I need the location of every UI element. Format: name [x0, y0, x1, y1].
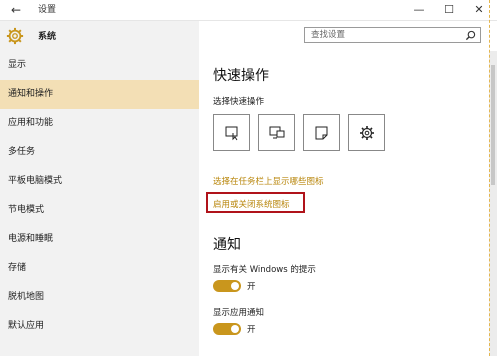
system-icons-link[interactable]: 启用或关闭系统图标: [213, 198, 290, 210]
section-title: 系统: [38, 32, 57, 42]
quick-action-tile-1[interactable]: [213, 114, 250, 151]
window-title: 设置: [38, 5, 57, 15]
windows-tips-state: 开: [247, 282, 256, 292]
search-input[interactable]: 查找设置: [304, 27, 481, 43]
quick-actions-heading: 快速操作: [213, 68, 269, 84]
app-notifications-toggle[interactable]: [213, 323, 241, 335]
maximize-button[interactable]: ☐: [438, 2, 460, 18]
notifications-heading: 通知: [213, 237, 241, 253]
sidebar-item-default-apps[interactable]: 默认应用: [0, 312, 199, 341]
app-notifications-label: 显示应用通知: [213, 308, 265, 318]
back-button[interactable]: ←: [8, 3, 24, 17]
main-panel: 快速操作 选择快速操作 选择在任务栏上显示哪些图标 启用或关闭系统图标 通知 显…: [199, 51, 489, 356]
close-button[interactable]: ✕: [468, 2, 490, 18]
window-edge: [489, 0, 490, 356]
quick-action-tile-3[interactable]: [303, 114, 340, 151]
settings-icon: [360, 126, 374, 140]
minimize-button[interactable]: —: [408, 2, 430, 18]
search-placeholder: 查找设置: [311, 30, 346, 40]
quick-action-tile-2[interactable]: [258, 114, 295, 151]
search-icon[interactable]: [465, 30, 476, 41]
sidebar-item-apps[interactable]: 应用和功能: [0, 109, 199, 138]
sidebar-item-battery-saver[interactable]: 节电模式: [0, 196, 199, 225]
toggle-knob: [231, 282, 239, 290]
header-left: 系统: [0, 21, 199, 51]
sidebar-item-offline-maps[interactable]: 脱机地图: [0, 283, 199, 312]
sidebar-item-storage[interactable]: 存储: [0, 254, 199, 283]
choose-quick-actions-label: 选择快速操作: [213, 97, 265, 107]
sidebar-item-notifications[interactable]: 通知和操作: [0, 80, 199, 109]
gear-icon: [6, 27, 24, 45]
project-icon: [269, 126, 285, 139]
sidebar-item-power-sleep[interactable]: 电源和睡眠: [0, 225, 199, 254]
taskbar-icons-link[interactable]: 选择在任务栏上显示哪些图标: [213, 175, 324, 187]
toggle-knob: [231, 325, 239, 333]
app-notifications-state: 开: [247, 325, 256, 335]
settings-window: ← 设置 — ☐ ✕ 系统 查找设置 显示 通知和操作 应用和功能 多任务 平板…: [0, 0, 497, 356]
quick-action-tile-4[interactable]: [348, 114, 385, 151]
sidebar-item-display[interactable]: 显示: [0, 51, 199, 80]
scrollbar-thumb[interactable]: [491, 65, 495, 185]
sidebar-item-multitasking[interactable]: 多任务: [0, 138, 199, 167]
sidebar-item-tablet-mode[interactable]: 平板电脑模式: [0, 167, 199, 196]
title-bar: ← 设置 — ☐ ✕: [0, 0, 497, 21]
tablet-mode-icon: [225, 126, 238, 141]
note-icon: [315, 126, 328, 140]
windows-tips-toggle[interactable]: [213, 280, 241, 292]
windows-tips-label: 显示有关 Windows 的提示: [213, 265, 316, 275]
sidebar: 显示 通知和操作 应用和功能 多任务 平板电脑模式 节电模式 电源和睡眠 存储 …: [0, 51, 199, 356]
